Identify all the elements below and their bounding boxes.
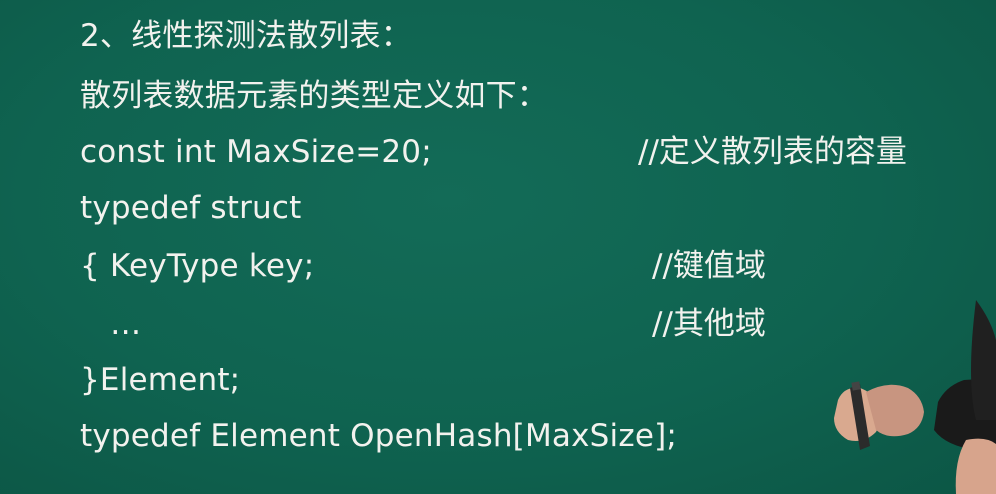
code-comment: //键值域 bbox=[652, 248, 766, 284]
code-line: { KeyType key; bbox=[80, 248, 315, 284]
code-line: const int MaxSize=20; bbox=[80, 134, 432, 170]
code-line: typedef struct bbox=[80, 190, 302, 226]
presenter-arm-image bbox=[834, 300, 996, 494]
slide-heading: 2、线性探测法散列表： bbox=[80, 18, 412, 54]
code-line: typedef Element OpenHash[MaxSize]; bbox=[80, 418, 678, 454]
code-comment: //其他域 bbox=[652, 306, 766, 342]
code-line: … bbox=[80, 306, 142, 342]
code-line: }Element; bbox=[80, 362, 241, 398]
intro-text: 散列表数据元素的类型定义如下： bbox=[80, 78, 548, 114]
